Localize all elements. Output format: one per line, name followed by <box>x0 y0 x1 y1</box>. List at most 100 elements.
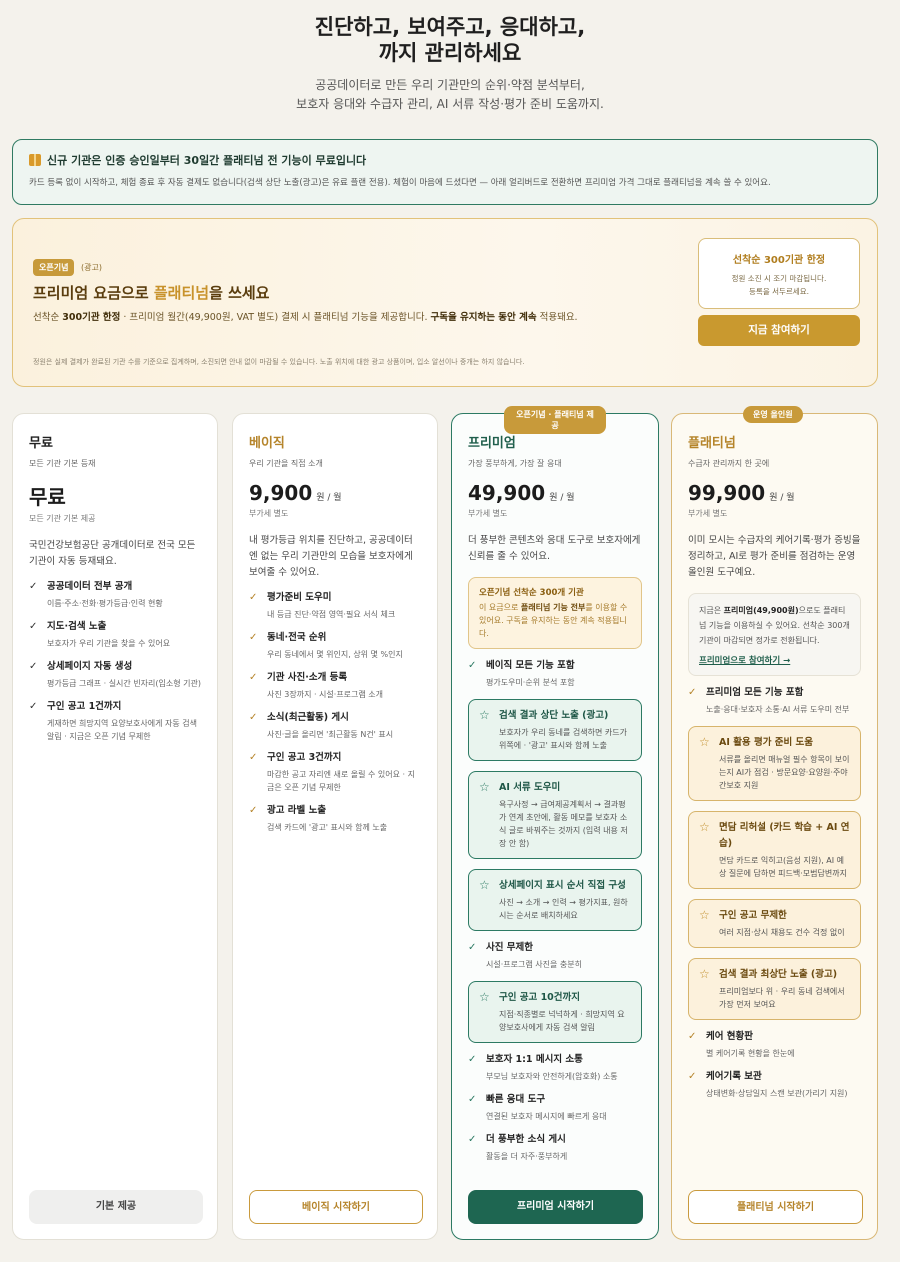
highlight-feature: ☆ AI 서류 도우미욕구사정 → 급여제공계획서 → 결과평가 연계 초안에, … <box>468 771 642 859</box>
info-desc: 지금은 프리미엄(49,900원)으로도 플래티넘 기능을 이용하실 수 있어요… <box>699 603 850 648</box>
highlight-feature: ☆ 면담 리허설 (카드 학습 + AI 연습) 면담 카드로 익히고(음성 지원)… <box>688 811 861 889</box>
star-icon: ☆ <box>699 820 710 834</box>
feature-text: 소식(최근활동) 게시사진·글을 올리면 '최근활동 N건' 표시 <box>267 711 393 741</box>
feature-item: ✓ 사진 무제한 시설·프로그램 사진을 충분히 <box>468 941 642 971</box>
feature-desc: 노출·응대·보호자 소통·AI 서류 도우미 전부 <box>706 705 850 714</box>
feature-desc: 부모님 보호자와 안전하게(암호화) 소통 <box>486 1072 618 1081</box>
highlight-feature: ☆ 상세페이지 표시 순서 직접 구성 사진 → 소개 → 인력 → 평가지표, 원… <box>468 869 642 931</box>
feature-list: ✓ 프리미엄 모든 기능 포함 노출·응대·보호자 소통·AI 서류 도우미 전부 ☆… <box>688 686 861 1100</box>
start-basic-button[interactable]: 베이직 시작하기 <box>249 1190 423 1224</box>
price-unit: 원 / 월 <box>769 493 795 503</box>
feature-item: ✓ 기관 사진·소개 등록 사진 3장까지 · 시설·프로그램 소개 <box>249 671 421 701</box>
highlight-title: AI 활용 평가 준비 도움 <box>719 737 814 748</box>
feature-item: ✓ 구인 공고 3건까지 마감한 공고 자리엔 새로 올릴 수 있어요 · 지금은 … <box>249 751 421 794</box>
feature-text: 케어 현황판 별 케어기록 현황을 한눈에 <box>706 1030 795 1060</box>
feature-item: ✓ 광고 라벨 노출 검색 카드에 '광고' 표시와 함께 노출 <box>249 804 421 834</box>
start-platinum-button[interactable]: 플래티넘 시작하기 <box>688 1190 863 1224</box>
highlight-title: 구인 공고 10건까지 <box>499 992 581 1003</box>
limit-sub: 정원 소진 시 조기 마감됩니다. 등록을 서두르세요. <box>699 272 859 298</box>
highlight-desc: 면담 카드로 익히고(음성 지원), AI 예상 질문에 답하면 피드백·모범답… <box>719 856 847 878</box>
limit-sub-line2: 등록을 서두르세요. <box>749 287 809 296</box>
promo-fine-print: 정원은 실제 결제가 완료된 기관 수를 기준으로 집계하며, 소진되면 안내 … <box>33 358 525 366</box>
feature-title: 소식(최근활동) 게시 <box>267 712 349 723</box>
info-desc-bold: 프리미엄(49,900원) <box>723 606 799 615</box>
feature-item: ✓ 상세페이지 자동 생성 평가등급 그래프 · 실시간 빈자리(입소형 기관) <box>29 660 201 690</box>
ad-label: (광고) <box>81 263 102 272</box>
feature-text: 상세페이지 자동 생성 평가등급 그래프 · 실시간 빈자리(입소형 기관) <box>47 660 201 690</box>
feature-item: ✓ 케어기록 보관 상태변화·상담일지 스캔 보관(가리기 지원) <box>688 1070 861 1100</box>
star-icon: ☆ <box>699 908 710 922</box>
highlight-desc: 여러 지점·상시 채용도 건수 걱정 없이 <box>719 928 845 937</box>
vat-note: 부가세 별도 <box>249 509 289 518</box>
promo-headline-gold: 플래티넘 <box>153 284 210 302</box>
plan-card-basic: 베이직 우리 기관을 직접 소개 9,900 원 / 월 부가세 별도 내 평가등… <box>232 413 438 1240</box>
feature-desc: 사진 3장까지 · 시설·프로그램 소개 <box>267 690 384 699</box>
feature-item: ✓ 구인 공고 1건까지 게재하면 희망지역 요양보호사에게 자동 검색 알림 · … <box>29 700 201 743</box>
limited-seats-box: 선착순 300기관 한정 정원 소진 시 조기 마감됩니다. 등록을 서두르세요… <box>698 238 860 309</box>
plan-price: 49,900 원 / 월 <box>468 481 642 505</box>
plan-name: 무료 <box>29 436 53 451</box>
feature-item: ✓ 동네·전국 순위 우리 동네에서 몇 위인지, 상위 몇 %인지 <box>249 631 421 661</box>
plan-intro: 국민건강보험공단 공개데이터로 전국 모든 기관이 자동 등재돼요. <box>29 540 196 567</box>
free-basic-button[interactable]: 기본 제공 <box>29 1190 203 1224</box>
feature-desc: 별 케어기록 현황을 한눈에 <box>706 1049 795 1058</box>
feature-text: 지도·검색 노출 보호자가 우리 기관을 찾을 수 있어요 <box>47 620 170 650</box>
promo-description: 선착순 300기관 한정 · 프리미엄 월간(49,900원, VAT 별도) … <box>33 309 578 323</box>
highlight-text: 면담 리허설 (카드 학습 + AI 연습) 면담 카드로 익히고(음성 지원),… <box>719 820 850 880</box>
feature-title: 공공데이터 전부 공개 <box>47 581 133 592</box>
join-with-premium-link[interactable]: 프리미엄으로 참여하기 → <box>699 654 850 666</box>
feature-item: ✓ 소식(최근활동) 게시 사진·글을 올리면 '최근활동 N건' 표시 <box>249 711 421 741</box>
feature-desc: 평가등급 그래프 · 실시간 빈자리(입소형 기관) <box>47 679 201 688</box>
feature-item: ✓ 보호자 1:1 메시지 소통 부모님 보호자와 안전하게(암호화) 소통 <box>468 1053 642 1083</box>
feature-list: ✓ 베이직 모든 기능 포함 평가도우미·순위 분석 포함 ☆ 검색 결과 상단 노출 … <box>468 659 642 1163</box>
highlight-title: 구인 공고 무제한 <box>719 910 787 921</box>
highlight-text: 검색 결과 상단 노출 (광고) 보호자가 우리 동네를 검색하면 카드가 위쪽에… <box>499 708 631 752</box>
highlight-title: 면담 리허설 (카드 학습 + AI 연습) <box>719 822 850 849</box>
check-icon: ✓ <box>249 592 258 603</box>
feature-text: 구인 공고 1건까지 게재하면 희망지역 요양보호사에게 자동 검색 알림 · 지… <box>47 700 201 743</box>
feature-title: 평가준비 도우미 <box>267 592 332 603</box>
feature-desc: 연결된 보호자 메시지에 빠르게 응대 <box>486 1112 607 1121</box>
feature-title: 지도·검색 노출 <box>47 621 107 632</box>
highlight-title: 상세페이지 표시 순서 직접 구성 <box>499 880 626 891</box>
feature-desc: 사진·글을 올리면 '최근활동 N건' 표시 <box>267 730 394 739</box>
highlight-title: 검색 결과 최상단 노출 (광고) <box>719 969 838 980</box>
highlight-desc: 프리미엄보다 위 · 우리 동네 검색에서 가장 먼저 보여요 <box>719 987 845 1009</box>
feature-title: 동네·전국 순위 <box>267 632 327 643</box>
feature-desc: 내 등급 진단·약점 영역·필요 서식 체크 <box>267 610 396 619</box>
promo-headline: 프리미엄 요금으로 플래티넘을 쓰세요 <box>33 282 270 303</box>
plan-name: 프리미엄 <box>468 436 516 451</box>
feature-item: ✓ 케어 현황판 별 케어기록 현황을 한눈에 <box>688 1030 861 1060</box>
feature-title: 프리미엄 모든 기능 포함 <box>706 687 804 698</box>
highlight-feature: ☆ 검색 결과 상단 노출 (광고) 보호자가 우리 동네를 검색하면 카드가 위쪽… <box>468 699 642 761</box>
check-icon: ✓ <box>29 581 38 592</box>
platinum-badge: 운영 올인원 <box>743 406 803 423</box>
plan-price: 무료 <box>29 485 66 509</box>
free-trial-banner: 신규 기관은 인증 승인일부터 30일간 플래티넘 전 기능이 무료입니다 카드… <box>12 139 878 205</box>
highlight-desc: 욕구사정 → 급여제공계획서 → 결과평가 연계 초안에, 활동 메모를 보호자… <box>499 800 628 848</box>
limit-title: 선착순 300기관 한정 <box>732 255 826 266</box>
highlight-title: AI 서류 도우미 <box>499 782 561 793</box>
feature-title: 케어기록 보관 <box>706 1071 762 1082</box>
price-unit: 원 / 월 <box>316 493 342 503</box>
promo-desc-pre: 선착순 <box>33 312 63 323</box>
star-icon: ☆ <box>479 780 490 794</box>
plan-card-free: 무료 모든 기관 기본 등재 무료 모든 기관 기본 제공 국민건강보험공단 공… <box>12 413 218 1240</box>
feature-list: ✓ 공공데이터 전부 공개 이름·주소·전화·평가등급·인력 현황 ✓ 지도·검색 노출… <box>29 580 201 743</box>
star-icon: ☆ <box>479 878 490 892</box>
feature-title: 보호자 1:1 메시지 소통 <box>486 1054 583 1065</box>
price-unit: 원 / 월 <box>549 493 575 503</box>
limit-sub-line1: 정원 소진 시 조기 마감됩니다. <box>731 274 827 283</box>
join-now-button[interactable]: 지금 참여하기 <box>698 315 860 346</box>
highlight-text: 검색 결과 최상단 노출 (광고) 프리미엄보다 위 · 우리 동네 검색에서 가… <box>719 967 850 1011</box>
feature-text: 구인 공고 3건까지 마감한 공고 자리엔 새로 올릴 수 있어요 · 지금은 오… <box>267 751 421 794</box>
star-icon: ☆ <box>479 708 490 722</box>
check-icon: ✓ <box>249 752 258 763</box>
feature-text: 더 풍부한 소식 게시 활동을 더 자주·풍부하게 <box>486 1133 567 1163</box>
feature-item: ✓ 공공데이터 전부 공개 이름·주소·전화·평가등급·인력 현황 <box>29 580 201 610</box>
feature-title: 빠른 응대 도구 <box>486 1094 546 1105</box>
highlight-text: 구인 공고 무제한여러 지점·상시 채용도 건수 걱정 없이 <box>719 908 845 939</box>
premium-badge: 오픈기념 · 플래티넘 제공 <box>504 406 606 434</box>
start-premium-button[interactable]: 프리미엄 시작하기 <box>468 1190 643 1224</box>
price-note: 모든 기관 기본 제공 <box>29 514 96 523</box>
